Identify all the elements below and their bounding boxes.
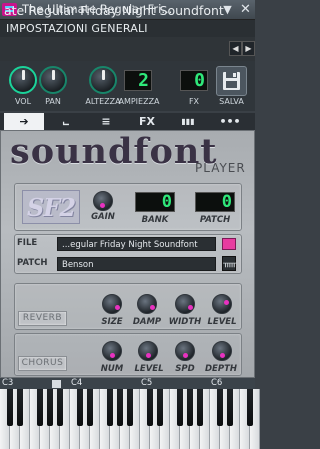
- fx-label: FX: [188, 97, 200, 106]
- patch-display[interactable]: 0: [195, 192, 235, 212]
- ampiezza-label: AMPIEZZA: [118, 97, 160, 106]
- chorus-num-label: NUM: [100, 364, 124, 374]
- black-key[interactable]: [157, 389, 163, 426]
- black-key[interactable]: [57, 389, 63, 426]
- ampiezza-display[interactable]: 2: [124, 70, 152, 91]
- tab-envelope[interactable]: ⨽: [46, 113, 86, 130]
- bank-display[interactable]: 0: [135, 192, 175, 212]
- preset-name[interactable]: ate Regular Friday Night Soundfont: [4, 3, 226, 21]
- black-key[interactable]: [107, 389, 113, 426]
- octave-label-c4: C4: [71, 378, 83, 388]
- octave-label-c3: C3: [2, 378, 14, 388]
- black-key[interactable]: [7, 389, 13, 426]
- black-key[interactable]: [187, 389, 193, 426]
- chorus-spd-label: SPD: [175, 364, 195, 374]
- black-key[interactable]: [77, 389, 83, 426]
- black-key[interactable]: [117, 389, 123, 426]
- black-key[interactable]: [197, 389, 203, 426]
- reverb-width-knob[interactable]: [175, 294, 195, 314]
- altezza-knob[interactable]: [89, 66, 117, 94]
- black-key[interactable]: [227, 389, 233, 426]
- tab-more[interactable]: •••: [210, 113, 250, 130]
- black-key[interactable]: [47, 389, 53, 426]
- chorus-level-label: LEVEL: [134, 364, 164, 374]
- octave-label-c6: C6: [211, 378, 223, 388]
- preset-row: [0, 37, 255, 61]
- next-preset-button[interactable]: ▶: [242, 41, 255, 56]
- black-key[interactable]: [217, 389, 223, 426]
- file-label: FILE: [17, 238, 38, 248]
- tab-fx[interactable]: FX: [127, 113, 167, 130]
- vol-label: VOL: [14, 97, 32, 106]
- prev-preset-button[interactable]: ◀: [229, 41, 242, 56]
- chorus-toggle[interactable]: CHORUS: [18, 356, 67, 371]
- black-key[interactable]: [177, 389, 183, 426]
- pan-label: PAN: [45, 97, 61, 106]
- patch-dropdown-icon[interactable]: ᚅ: [222, 256, 237, 271]
- black-key[interactable]: [127, 389, 133, 426]
- vol-knob[interactable]: [9, 66, 37, 94]
- black-key[interactable]: [37, 389, 43, 426]
- reverb-damp-label: DAMP: [132, 317, 162, 327]
- black-key[interactable]: [17, 389, 23, 426]
- pan-knob[interactable]: [39, 66, 67, 94]
- black-key[interactable]: [147, 389, 153, 426]
- chorus-depth-label: DEPTH: [204, 364, 237, 374]
- save-label: SALVA: [219, 97, 244, 106]
- reverb-size-label: SIZE: [101, 317, 123, 327]
- gain-label: GAIN: [91, 212, 115, 222]
- chorus-level-knob[interactable]: [138, 341, 158, 361]
- fx-display[interactable]: 0: [180, 70, 208, 91]
- tab-piano[interactable]: ▮▮▮: [168, 113, 208, 130]
- reverb-level-label: LEVEL: [207, 317, 237, 327]
- plugin-title: soundfont: [10, 131, 218, 172]
- section-title: IMPOSTAZIONI GENERALI: [0, 20, 255, 37]
- reverb-size-knob[interactable]: [102, 294, 122, 314]
- bank-label: BANK: [141, 215, 169, 225]
- chorus-depth-knob[interactable]: [212, 341, 232, 361]
- floppy-disk-icon: [223, 72, 240, 90]
- patch-label: PATCH: [199, 215, 231, 225]
- piano-keyboard[interactable]: [0, 389, 260, 449]
- sf2-logo: SF2: [22, 190, 80, 224]
- close-icon[interactable]: ✕: [239, 3, 252, 16]
- gain-knob[interactable]: [93, 191, 113, 211]
- reverb-toggle[interactable]: REVERB: [18, 311, 67, 326]
- reverb-damp-knob[interactable]: [137, 294, 157, 314]
- file-field[interactable]: ...egular Friday Night Soundfont: [57, 237, 216, 251]
- chorus-spd-knob[interactable]: [175, 341, 195, 361]
- patch-select[interactable]: Benson: [57, 257, 216, 271]
- tab-instrument[interactable]: ➔: [4, 113, 44, 130]
- black-key[interactable]: [247, 389, 253, 426]
- save-button[interactable]: [216, 66, 247, 96]
- reverb-level-knob[interactable]: [212, 294, 232, 314]
- patch-field-label: PATCH: [17, 258, 48, 268]
- black-key[interactable]: [87, 389, 93, 426]
- plugin-subtitle: PLAYER: [195, 161, 246, 175]
- octave-label-c5: C5: [141, 378, 153, 388]
- reverb-width-label: WIDTH: [168, 317, 202, 327]
- octave-marker: [52, 380, 61, 388]
- tab-chord[interactable]: ≡: [86, 113, 126, 130]
- load-file-button[interactable]: [222, 238, 236, 250]
- chorus-num-knob[interactable]: [102, 341, 122, 361]
